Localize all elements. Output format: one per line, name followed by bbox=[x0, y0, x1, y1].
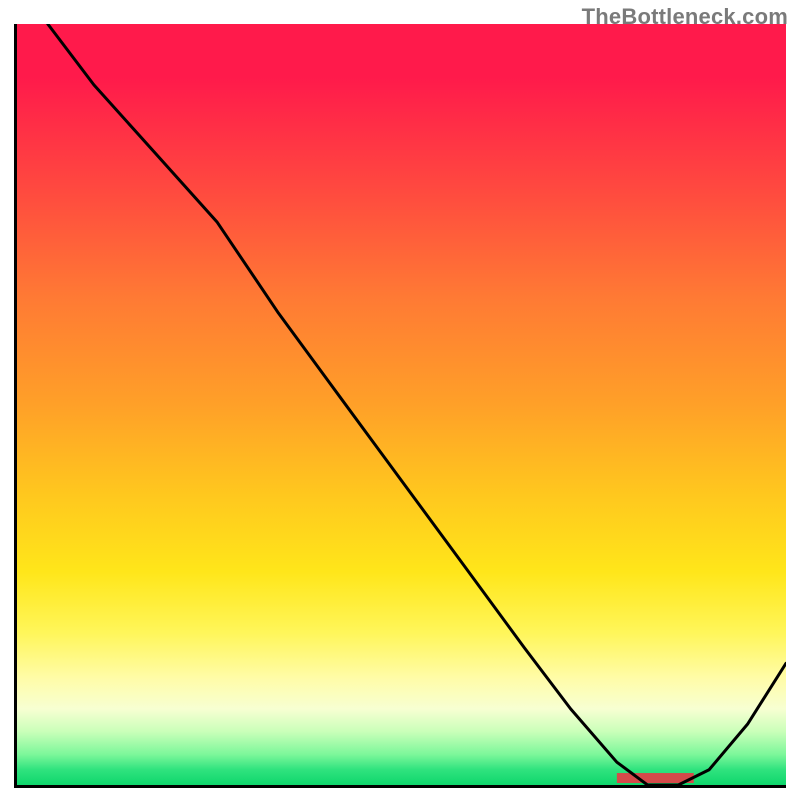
chart-plot-area bbox=[14, 24, 786, 788]
chart-frame bbox=[14, 24, 786, 788]
bottleneck-curve bbox=[48, 24, 786, 785]
chart-svg bbox=[17, 24, 786, 785]
